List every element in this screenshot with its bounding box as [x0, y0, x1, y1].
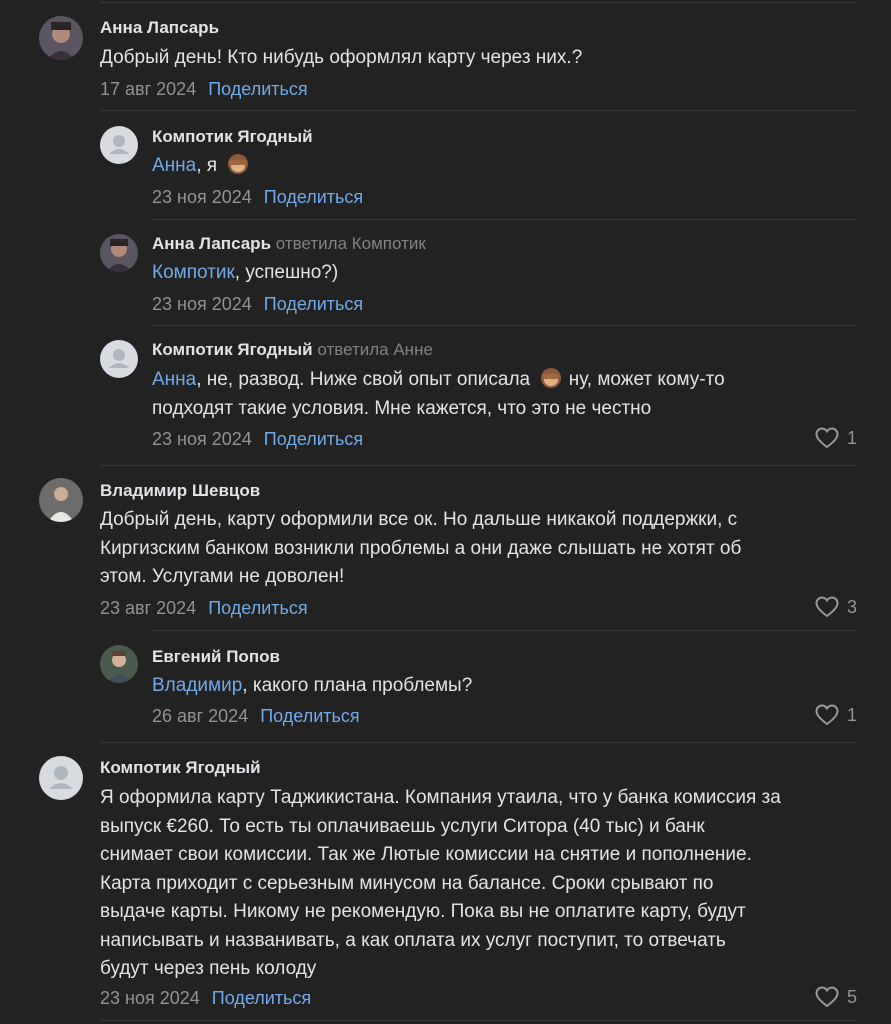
- comment-text: Владимир, какого плана проблемы?: [152, 675, 473, 696]
- comment-author[interactable]: Компотик Ягодный: [100, 758, 261, 778]
- comment-meta: 23 авг 2024 Поделиться: [100, 597, 308, 619]
- reply-to-label[interactable]: ответила Анне: [317, 340, 433, 359]
- share-button[interactable]: Поделиться: [212, 988, 311, 1008]
- share-button[interactable]: Поделиться: [264, 294, 363, 314]
- comment-text: Анна, не, развод. Ниже свой опыт описала…: [152, 368, 725, 419]
- comment-author[interactable]: Компотик Ягодный: [152, 127, 313, 147]
- share-button[interactable]: Поделиться: [208, 598, 307, 618]
- separator: [100, 1020, 857, 1021]
- comment-meta: 23 ноя 2024 Поделиться: [152, 428, 363, 450]
- separator: [100, 465, 857, 466]
- comment-date: 23 ноя 2024: [152, 294, 252, 314]
- avatar[interactable]: [39, 756, 83, 800]
- separator: [152, 325, 857, 326]
- monkey-emoji-icon: [228, 154, 249, 174]
- comment-date: 23 ноя 2024: [152, 187, 252, 207]
- avatar[interactable]: [100, 126, 138, 164]
- comment-meta: 23 ноя 2024 Поделиться: [152, 186, 363, 208]
- comment-author[interactable]: Анна Лапсарь ответила Компотик: [152, 234, 426, 254]
- heart-icon: [815, 986, 839, 1008]
- monkey-emoji-icon: [541, 368, 562, 388]
- avatar[interactable]: [100, 645, 138, 683]
- separator: [152, 630, 857, 631]
- comment-text: Добрый день, карту оформили все ок. Но д…: [100, 509, 742, 587]
- separator: [100, 110, 857, 111]
- separator: [152, 219, 857, 220]
- mention-link[interactable]: Анна: [152, 155, 196, 176]
- share-button[interactable]: Поделиться: [260, 706, 359, 726]
- mention-link[interactable]: Владимир: [152, 675, 242, 696]
- like-count: 5: [846, 987, 857, 1007]
- separator: [100, 2, 857, 3]
- separator: [100, 742, 857, 743]
- comment-date: 23 авг 2024: [100, 598, 197, 618]
- like-button[interactable]: 5: [815, 986, 857, 1008]
- like-button[interactable]: 1: [815, 704, 857, 726]
- avatar[interactable]: [39, 478, 83, 522]
- avatar[interactable]: [39, 16, 83, 60]
- comment-text: Я оформила карту Таджикистана. Компания …: [100, 787, 781, 979]
- heart-icon: [815, 596, 839, 618]
- comment-meta: 26 авг 2024 Поделиться: [152, 705, 360, 727]
- like-count: 3: [846, 597, 857, 617]
- mention-link[interactable]: Компотик: [152, 262, 235, 283]
- comment-meta: 23 ноя 2024 Поделиться: [152, 293, 363, 315]
- comment-author[interactable]: Компотик Ягодный ответила Анне: [152, 340, 433, 360]
- comment-text: Анна, я: [152, 152, 250, 181]
- comment-author[interactable]: Владимир Шевцов: [100, 481, 260, 501]
- like-button[interactable]: 1: [815, 427, 857, 449]
- comment-date: 26 авг 2024: [152, 706, 249, 726]
- share-button[interactable]: Поделиться: [264, 187, 363, 207]
- comment-text: Добрый день! Кто нибудь оформлял карту ч…: [100, 47, 583, 68]
- avatar[interactable]: [100, 340, 138, 378]
- mention-link[interactable]: Анна: [152, 369, 196, 390]
- like-count: 1: [846, 428, 857, 448]
- like-button[interactable]: 3: [815, 596, 857, 618]
- comment-text: Компотик, успешно?): [152, 262, 339, 283]
- comment-author[interactable]: Евгений Попов: [152, 647, 280, 667]
- reply-to-label[interactable]: ответила Компотик: [276, 234, 426, 253]
- comment-date: 23 ноя 2024: [100, 988, 200, 1008]
- comment-meta: 17 авг 2024 Поделиться: [100, 78, 308, 100]
- share-button[interactable]: Поделиться: [264, 429, 363, 449]
- heart-icon: [815, 427, 839, 449]
- comment-date: 17 авг 2024: [100, 79, 197, 99]
- comment-date: 23 ноя 2024: [152, 429, 252, 449]
- avatar[interactable]: [100, 234, 138, 272]
- heart-icon: [815, 704, 839, 726]
- like-count: 1: [846, 705, 857, 725]
- share-button[interactable]: Поделиться: [208, 79, 307, 99]
- comment-meta: 23 ноя 2024 Поделиться: [100, 987, 311, 1009]
- comment-author[interactable]: Анна Лапсарь: [100, 18, 219, 38]
